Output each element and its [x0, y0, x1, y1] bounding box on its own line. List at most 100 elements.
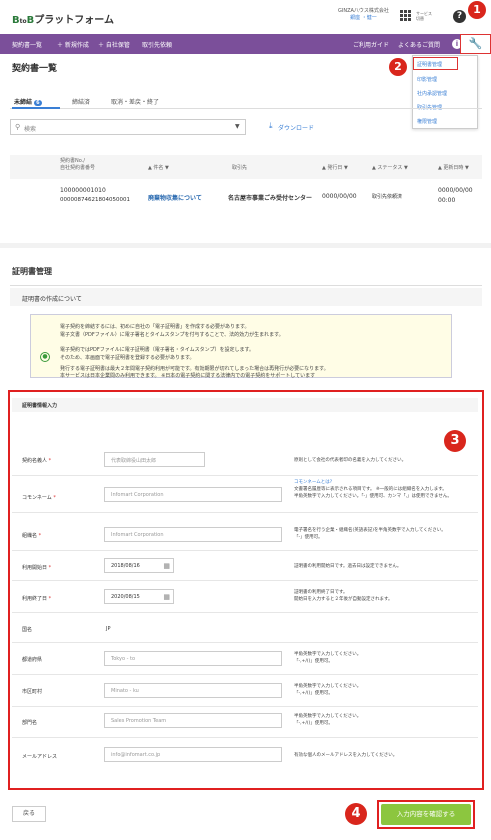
email-input[interactable]: info@infomart.co.jp: [104, 747, 282, 762]
row-divider: [12, 512, 478, 513]
company-name: GINZA八ウス株式会社: [338, 8, 389, 14]
country-label: 国名: [22, 627, 33, 633]
tab-cancelled[interactable]: 取消・差戻・終了: [111, 97, 159, 106]
tab-signed[interactable]: 締結済: [72, 97, 90, 106]
service-grid-icon[interactable]: [400, 10, 414, 22]
notice-line: 発行する電子証明書は最大２年間電子契約利用が可能です。有効期限が切れてしまった場…: [60, 366, 329, 372]
nav-self-store[interactable]: ＋ 自社保管: [98, 40, 130, 49]
org-label: 組織名 *: [22, 533, 42, 539]
department-label: 部門名: [22, 720, 38, 726]
row-updated-time: 00:00: [438, 197, 456, 204]
app-logo[interactable]: BtoBプラットフォーム: [12, 11, 114, 26]
email-label: メールアドレス: [22, 754, 58, 760]
end-date-help: 開始日を入力すると２年後が自動設定されます。: [294, 597, 393, 602]
col-title[interactable]: ▲ 件名 ▼: [148, 164, 169, 171]
help-icon[interactable]: ?: [453, 10, 466, 23]
row-divider: [12, 580, 478, 581]
row-status: 取引先依頼済: [372, 194, 403, 200]
signer-help: 原則として会社の代表者印の名義を入力してください。: [294, 458, 407, 463]
row-divider: [12, 612, 478, 613]
row-title-link[interactable]: 廃棄物収集について: [148, 193, 202, 202]
col-partner: 取引先: [232, 165, 248, 171]
col-updated[interactable]: ▲ 更新日時 ▼: [438, 164, 469, 171]
row-divider: [12, 642, 478, 643]
org-input[interactable]: Infomart Corporation: [104, 527, 282, 542]
department-placeholder: Sales Promotion Team: [111, 718, 167, 724]
country-value: JP: [106, 626, 111, 632]
nav-faq[interactable]: よくあるご質問: [398, 40, 440, 49]
city-label: 市区町村: [22, 689, 43, 695]
lightbulb-icon: ●: [40, 352, 50, 362]
row-own-no: 00000874621804050001: [60, 197, 130, 203]
download-link[interactable]: ダウンロード: [278, 123, 314, 132]
chevron-down-icon[interactable]: ▼: [235, 123, 240, 130]
prefecture-input[interactable]: Tokyo - to: [104, 651, 282, 666]
user-info[interactable]: GINZA八ウス株式会社 銀座 ・健一: [338, 8, 389, 22]
city-help: 「-,+/()」使用可。: [294, 691, 333, 696]
org-help: 「-」使用可。: [294, 535, 323, 540]
search-input[interactable]: [10, 119, 246, 135]
row-divider: [12, 550, 478, 551]
form-title: 証明書情報入力: [22, 403, 58, 409]
row-divider: [12, 737, 478, 738]
main-nav: 契約書一覧 ＋ 新規作成 ＋ 自社保管 取引先依頼 ご利用ガイド よくあるご質問: [0, 34, 491, 54]
email-placeholder: info@infomart.co.jp: [111, 752, 161, 758]
cert-title-line: [10, 285, 482, 286]
row-divider: [12, 475, 478, 476]
nav-contract-list[interactable]: 契約書一覧: [12, 40, 42, 49]
callout-2: 2: [389, 58, 407, 76]
calendar-icon[interactable]: ▦: [163, 562, 170, 570]
col-date[interactable]: ▲ 発行日 ▼: [322, 164, 348, 171]
about-title: 証明書の作成について: [22, 296, 82, 303]
search-icon: ⚲: [15, 123, 21, 131]
common-name-help-link[interactable]: コモンネームとは?: [294, 480, 332, 486]
signer-input[interactable]: 代表取締役山田太郎: [104, 452, 205, 467]
city-help: 半角英数字で入力してください。: [294, 684, 362, 689]
confirm-button[interactable]: 入力内容を確認する: [381, 804, 471, 825]
common-name-input[interactable]: Infomart Corporation: [104, 487, 282, 502]
city-input[interactable]: Minato - ku: [104, 683, 282, 698]
calendar-icon[interactable]: ▦: [163, 593, 170, 601]
signer-label: 契約名義人 *: [22, 458, 52, 464]
page-title: 契約書一覧: [12, 64, 58, 74]
tab-unsigned[interactable]: 未締結 6: [14, 97, 42, 106]
department-input[interactable]: Sales Promotion Team: [104, 713, 282, 728]
org-help: 電子署名を行う企業・組織名(英語表記)を半角英数字で入力してください。: [294, 528, 446, 533]
cert-form-highlight: [8, 390, 484, 790]
col-contract-no[interactable]: 契約書No./ 自社契約書番号: [60, 158, 95, 172]
col-status[interactable]: ▲ ステータス ▼: [372, 164, 408, 171]
prefecture-label: 都道府県: [22, 657, 43, 663]
download-icon[interactable]: ⤓: [269, 121, 273, 131]
back-button[interactable]: 戻る: [12, 806, 46, 822]
end-date-help: 証明書の利用終了日です。: [294, 590, 348, 595]
common-name-help: 半角英数字で入力してください。「-」使用可、カンマ「,」は使用できません。: [294, 494, 452, 499]
signer-placeholder: 代表取締役山田太郎: [111, 458, 157, 464]
department-help: 半角英数字で入力してください。: [294, 714, 362, 719]
row-contract-no: 100000001010: [60, 187, 106, 194]
start-date-input[interactable]: 2018/08/16 ▦: [104, 558, 174, 573]
end-date-label: 利用終了日 *: [22, 596, 52, 602]
wrench-icon[interactable]: 🔧: [460, 34, 491, 54]
cert-menu-highlight: [413, 57, 458, 70]
active-tab-indicator: [12, 107, 60, 109]
nav-guide[interactable]: ご利用ガイド: [353, 40, 389, 49]
notice-line: 本サービスは日本企業間のみ利用できます。 ※日本の電子契約に関する法律内での電子…: [60, 373, 316, 379]
callout-4: 4: [345, 803, 367, 825]
tab-divider: [10, 108, 482, 109]
menu-seal-management[interactable]: 印影管理: [417, 76, 437, 83]
end-date-input[interactable]: 2020/08/15 ▦: [104, 589, 174, 604]
cert-title: 証明書管理: [12, 267, 52, 276]
row-date: 0000/00/00: [322, 193, 357, 200]
notice-line: 電子契約を締結するには、初めに自社の「電子証明書」を作成する必要があります。: [60, 324, 250, 330]
common-name-placeholder: Infomart Corporation: [111, 492, 164, 498]
org-placeholder: Infomart Corporation: [111, 532, 164, 538]
search-placeholder: 検索: [24, 126, 37, 133]
menu-permission-management[interactable]: 権限管理: [417, 118, 437, 125]
menu-approval-management[interactable]: 社内承認管理: [417, 90, 447, 97]
nav-new[interactable]: ＋ 新規作成: [57, 40, 89, 49]
row-updated-date: 0000/00/00: [438, 187, 473, 194]
callout-3: 3: [444, 430, 466, 452]
user-name: 銀座 ・健一: [350, 15, 377, 21]
service-switch-label[interactable]: サービス 切替: [416, 11, 432, 21]
nav-partner-request[interactable]: 取引先依頼: [142, 40, 172, 49]
